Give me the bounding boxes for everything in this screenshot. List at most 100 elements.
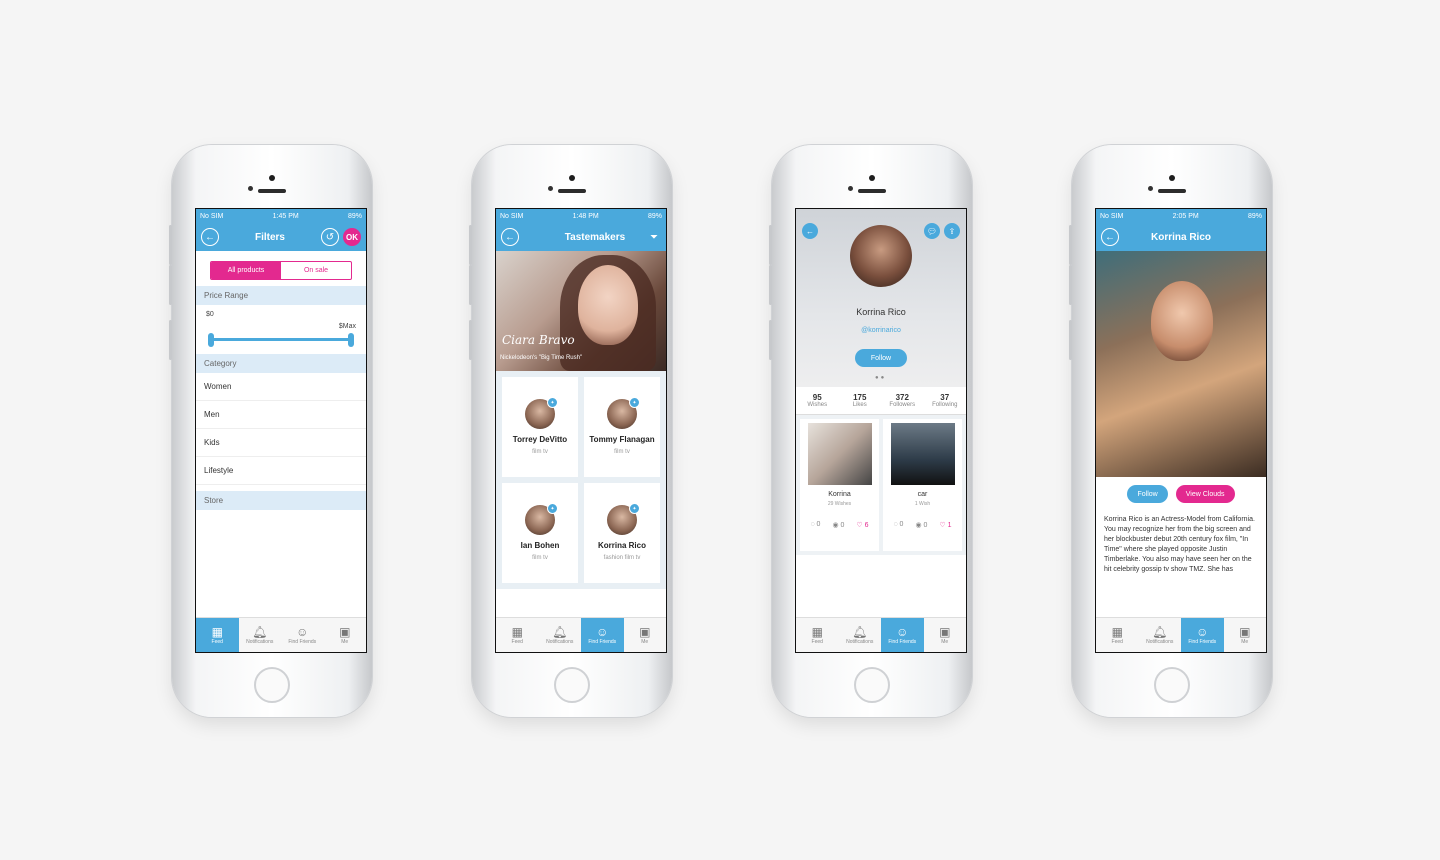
view-clouds-button[interactable]: View Clouds: [1175, 485, 1235, 503]
tab-notifications[interactable]: 🔔︎ Notifications: [839, 618, 882, 652]
tastemaker-name: Ian Bohen: [520, 541, 560, 550]
stat-following[interactable]: 37 Following: [924, 393, 967, 408]
slider-max-handle[interactable]: [348, 333, 354, 347]
tab-find-friends[interactable]: ☺ Find Friends: [1181, 618, 1224, 652]
filters-screen: No SIM 1:45 PM 89% ← Filters ↺ OK All pr…: [195, 208, 367, 653]
category-item-lifestyle[interactable]: Lifestyle: [196, 457, 366, 485]
price-range-slider[interactable]: [202, 330, 360, 348]
tab-find-friends[interactable]: ☺ Find Friends: [281, 618, 324, 652]
category-item-men[interactable]: Men: [196, 401, 366, 429]
page-indicator[interactable]: ●●: [875, 375, 886, 381]
tab-find-friends[interactable]: ☺ Find Friends: [581, 618, 624, 652]
comment-icon[interactable]: ◌ 0: [810, 521, 820, 529]
filter-funnel-icon[interactable]: ⏷: [650, 232, 658, 243]
tab-label: Feed: [211, 639, 223, 645]
tab-find-friends[interactable]: ☺ Find Friends: [881, 618, 924, 652]
stat-number: 175: [853, 393, 867, 402]
status-bar: No SIM 1:45 PM 89%: [196, 209, 366, 223]
reset-icon[interactable]: ↺: [321, 228, 339, 246]
wish-card[interactable]: Korrina 29 Wishes ◌ 0 ◉ 0 ♡ 6: [800, 419, 879, 551]
tab-me[interactable]: ▣ Me: [324, 618, 367, 652]
home-button[interactable]: [254, 667, 290, 703]
segment-on-sale[interactable]: On sale: [281, 262, 351, 279]
eye-icon[interactable]: ◉ 0: [832, 521, 844, 529]
stat-wishes[interactable]: 95 Wishes: [796, 393, 839, 408]
home-button[interactable]: [854, 667, 890, 703]
smile-icon: ☺: [1196, 625, 1209, 639]
view-count: 0: [840, 522, 845, 529]
profile-header: ← 💬︎ ⇪ Korrina Rico @korrinarico Follow …: [796, 209, 966, 387]
back-arrow-icon[interactable]: ←: [802, 223, 818, 239]
tab-notifications[interactable]: 🔔︎ Notifications: [539, 618, 582, 652]
tab-feed[interactable]: ▦ Feed: [196, 618, 239, 652]
profile-screen: ← 💬︎ ⇪ Korrina Rico @korrinarico Follow …: [795, 208, 967, 653]
tab-me[interactable]: ▣ Me: [624, 618, 667, 652]
back-arrow-icon[interactable]: ←: [1101, 228, 1119, 246]
carrier-label: No SIM: [1100, 212, 1124, 220]
twitter-badge-icon: ✦: [629, 397, 640, 408]
share-icon[interactable]: ⇪: [944, 223, 960, 239]
home-button[interactable]: [1154, 667, 1190, 703]
tastemaker-card[interactable]: ✦ Korrina Rico fashion film tv: [584, 483, 660, 583]
heart-icon[interactable]: ♡ 6: [856, 521, 868, 529]
tastemaker-name: Torrey DeVitto: [512, 435, 568, 444]
tab-me[interactable]: ▣ Me: [924, 618, 967, 652]
tab-label: Feed: [511, 639, 523, 645]
category-item-kids[interactable]: Kids: [196, 429, 366, 457]
tastemaker-card[interactable]: ✦ Torrey DeVitto film tv: [502, 377, 578, 477]
tab-feed[interactable]: ▦ Feed: [1096, 618, 1139, 652]
heart-icon[interactable]: ♡ 1: [939, 521, 951, 529]
carrier-label: No SIM: [500, 212, 524, 220]
stat-followers[interactable]: 372 Followers: [881, 393, 924, 408]
carrier-label: No SIM: [200, 212, 224, 220]
home-button[interactable]: [554, 667, 590, 703]
stat-likes[interactable]: 175 Likes: [839, 393, 882, 408]
wish-grid: Korrina 29 Wishes ◌ 0 ◉ 0 ♡ 6 car 1 Wish…: [796, 415, 966, 555]
stat-label: Likes: [852, 402, 867, 408]
front-camera: [1169, 175, 1175, 181]
wish-card[interactable]: car 1 Wish ◌ 0 ◉ 0 ♡ 1: [883, 419, 962, 551]
back-arrow-icon[interactable]: ←: [201, 228, 219, 246]
avatar: [850, 225, 912, 287]
wish-actions: ◌ 0 ◉ 0 ♡ 6: [810, 521, 868, 529]
tastemaker-tags: film tv: [532, 555, 548, 561]
action-buttons: Follow View Clouds: [1096, 485, 1266, 503]
status-bar: No SIM 1:48 PM 89%: [496, 209, 666, 223]
ok-button[interactable]: OK: [343, 228, 361, 246]
tab-notifications[interactable]: 🔔︎ Notifications: [239, 618, 282, 652]
tab-label: Me: [941, 639, 949, 645]
earpiece-speaker: [558, 189, 586, 193]
tastemaker-card[interactable]: ✦ Tommy Flanagan film tv: [584, 377, 660, 477]
profile-name: Korrina Rico: [856, 307, 906, 317]
eye-icon[interactable]: ◉ 0: [915, 521, 927, 529]
chat-bubble-icon[interactable]: 💬︎: [924, 223, 940, 239]
profile-handle[interactable]: @korrinarico: [796, 327, 966, 334]
comment-count: 0: [816, 521, 821, 528]
price-range-header: Price Range: [196, 286, 366, 305]
tastemakers-screen: No SIM 1:48 PM 89% ← Tastemakers ⏷ Ciara…: [495, 208, 667, 653]
tab-label: Feed: [1111, 639, 1123, 645]
follow-button[interactable]: Follow: [1127, 485, 1168, 503]
time-label: 1:48 PM: [572, 212, 599, 220]
back-arrow-icon[interactable]: ←: [501, 228, 519, 246]
follow-button[interactable]: Follow: [855, 349, 907, 367]
grid-icon: ▦: [211, 625, 223, 639]
tab-feed[interactable]: ▦ Feed: [796, 618, 839, 652]
tab-me[interactable]: ▣ Me: [1224, 618, 1267, 652]
twitter-badge-icon: ✦: [547, 397, 558, 408]
stat-number: 372: [895, 393, 909, 402]
page-title: Tastemakers: [564, 231, 626, 243]
tab-notifications[interactable]: 🔔︎ Notifications: [1139, 618, 1182, 652]
comment-icon[interactable]: ◌ 0: [893, 521, 903, 529]
segment-all-products[interactable]: All products: [211, 262, 281, 279]
featured-tastemaker-banner[interactable]: Ciara Bravo Nickelodeon's "Big Time Rush…: [496, 251, 666, 371]
slider-min-handle[interactable]: [208, 333, 214, 347]
tab-feed[interactable]: ▦ Feed: [496, 618, 539, 652]
category-item-women[interactable]: Women: [196, 373, 366, 401]
tab-bar: ▦ Feed 🔔︎ Notifications ☺ Find Friends ▣ Me: [196, 617, 366, 652]
phone-filters: No SIM 1:45 PM 89% ← Filters ↺ OK All pr…: [169, 145, 372, 717]
grid-icon: ▦: [1111, 625, 1123, 639]
tab-label: Notifications: [846, 639, 874, 645]
tastemaker-card[interactable]: ✦ Ian Bohen film tv: [502, 483, 578, 583]
phone-profile: ← 💬︎ ⇪ Korrina Rico @korrinarico Follow …: [769, 145, 972, 717]
